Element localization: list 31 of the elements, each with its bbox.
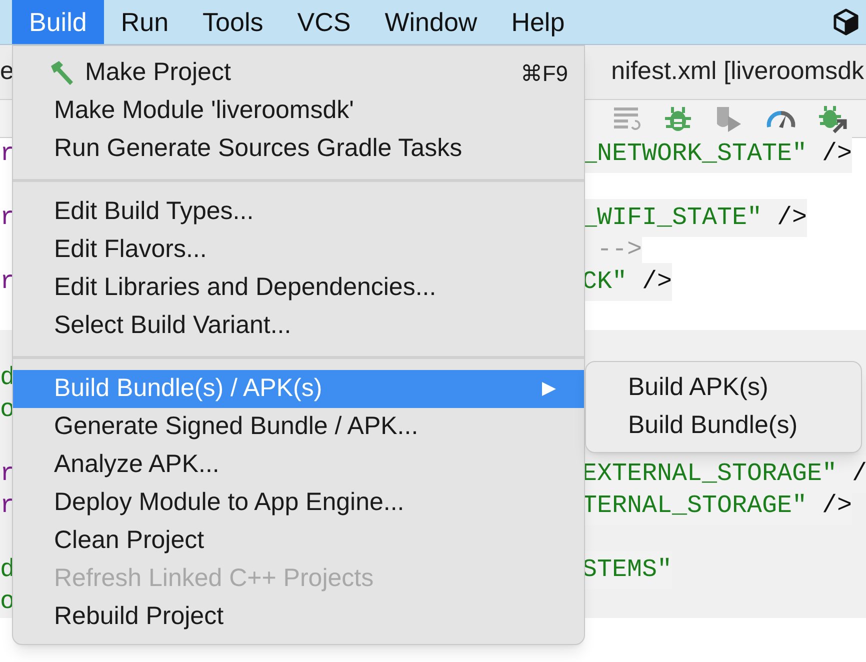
menu-entry[interactable]: Analyze APK... xyxy=(13,446,584,484)
menu-entry[interactable]: Generate Signed Bundle / APK... xyxy=(13,408,584,446)
menu-item[interactable]: Run xyxy=(104,0,186,44)
window-title: e xyxy=(0,56,14,88)
menu-entry[interactable]: Make Module 'liveroomsdk' xyxy=(13,92,584,130)
menu-item[interactable]: Tools xyxy=(186,0,280,44)
bug-arrow-icon[interactable] xyxy=(818,104,848,134)
window-title: nifest.xml [liveroomsdk xyxy=(611,56,865,88)
menu-entry[interactable]: Edit Libraries and Dependencies... xyxy=(13,269,584,307)
menu-item[interactable]: Window xyxy=(368,0,494,44)
code-fragment: r xyxy=(0,202,12,234)
menu-entry[interactable]: Build APK(s) xyxy=(586,369,861,407)
code-fragment: r xyxy=(0,138,12,170)
code-fragment: r xyxy=(0,490,12,522)
menu-entry[interactable]: Edit Build Types... xyxy=(13,193,584,231)
menu-entry[interactable]: Deploy Module to App Engine... xyxy=(13,484,584,522)
menu-entry[interactable]: Build Bundle(s) xyxy=(586,407,861,445)
menu-entry[interactable]: Edit Flavors... xyxy=(13,231,584,269)
menu-entry[interactable]: Rebuild Project xyxy=(13,598,584,636)
cube-icon[interactable] xyxy=(832,8,860,36)
bug-icon[interactable] xyxy=(664,104,692,132)
menu-item[interactable]: Build xyxy=(12,0,104,44)
menu-entry[interactable]: Run Generate Sources Gradle Tasks xyxy=(13,130,584,168)
menu-entry[interactable]: Select Build Variant... xyxy=(13,307,584,345)
code-fragment: r xyxy=(0,266,12,298)
menu-item[interactable]: VCS xyxy=(280,0,368,44)
code-fragment: r xyxy=(0,458,12,490)
menu-entry[interactable]: Make Project ⌘F9 xyxy=(13,54,584,92)
menu-item[interactable]: Help xyxy=(494,0,582,44)
submenu-arrow-icon xyxy=(540,380,558,398)
menu-entry[interactable]: Clean Project xyxy=(13,522,584,560)
